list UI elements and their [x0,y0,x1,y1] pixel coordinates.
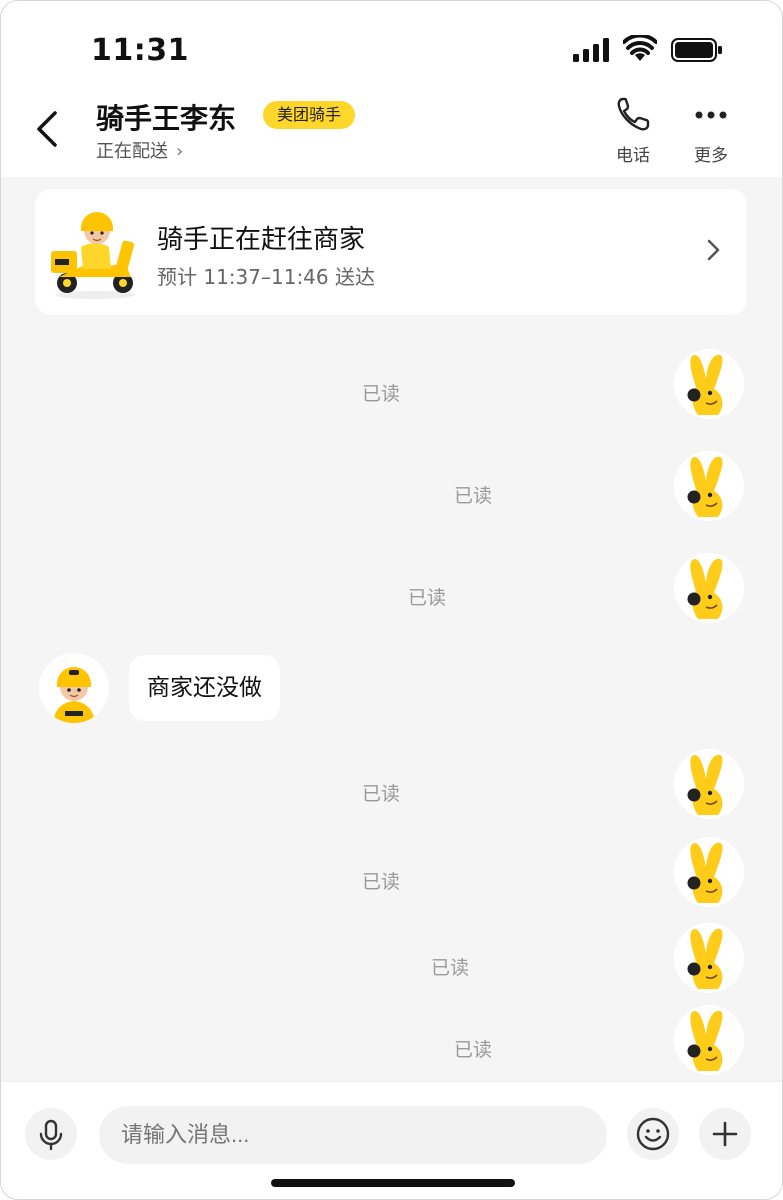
status-time: 11:31 [91,33,189,68]
bunny-avatar-icon [687,1010,723,1071]
bunny-avatar-icon [687,558,723,619]
my-avatar[interactable] [674,553,744,623]
my-avatar[interactable] [674,1005,744,1075]
phone-button[interactable]: 电话 [598,95,668,166]
read-receipt: 已读 [362,383,401,405]
home-indicator [271,1179,515,1187]
read-receipt: 已读 [408,587,447,609]
read-receipt: 已读 [454,1039,493,1061]
bunny-avatar-icon [687,754,723,815]
emoji-icon [636,1117,670,1151]
bunny-avatar-icon [687,456,723,517]
my-avatar[interactable] [674,451,744,521]
read-receipt: 已读 [431,957,470,979]
card-eta: 预计 11:37–11:46 送达 [157,265,375,289]
read-receipt: 已读 [454,485,493,507]
app-frame: 11:31 骑手王李东 美团骑手 正在配送 › 电话 更多 骑手正在赶往商家 预… [0,0,783,1200]
more-dots-icon [695,111,727,119]
my-avatar[interactable] [674,349,744,419]
chevron-right-icon: › [176,141,184,162]
battery-icon [671,38,722,62]
bunny-avatar-icon [687,928,723,989]
my-avatar[interactable] [674,837,744,907]
signal-icon [573,38,609,62]
delivery-status-text: 正在配送 [96,141,168,162]
rider-avatar-icon [53,666,95,723]
page-title: 骑手王李东 [96,102,237,135]
rider-scooter-illustration [51,211,135,299]
bunny-avatar-icon [687,842,723,903]
phone-label: 电话 [616,146,650,166]
bunny-avatar-icon [687,354,723,415]
more-button[interactable]: 更多 [676,95,746,166]
add-button[interactable] [699,1108,751,1160]
phone-icon [617,97,650,131]
plus-icon [712,1121,738,1147]
more-label: 更多 [694,146,728,166]
rider-badge: 美团骑手 [263,101,356,129]
read-receipt: 已读 [362,783,401,805]
chevron-right-icon [707,239,720,261]
incoming-message-bubble[interactable]: 商家还没做 [129,655,280,721]
wifi-icon [623,35,657,61]
emoji-button[interactable] [627,1108,679,1160]
delivery-status-link[interactable]: 正在配送 › [96,137,183,163]
voice-button[interactable] [25,1108,77,1160]
chat-header: 骑手王李东 美团骑手 正在配送 › 电话 更多 [1,91,782,177]
status-bar: 11:31 [1,1,782,91]
message-input[interactable] [99,1106,607,1164]
my-avatar[interactable] [674,923,744,993]
mic-icon [39,1119,63,1151]
rider-avatar[interactable] [39,653,109,723]
card-title: 骑手正在赶往商家 [157,225,366,255]
read-receipt: 已读 [362,871,401,893]
chevron-left-icon[interactable] [31,109,63,149]
my-avatar[interactable] [674,749,744,819]
delivery-status-card[interactable]: 骑手正在赶往商家 预计 11:37–11:46 送达 [35,189,747,315]
